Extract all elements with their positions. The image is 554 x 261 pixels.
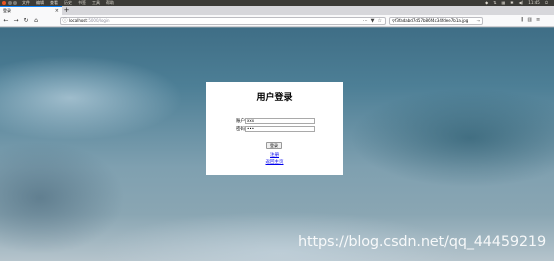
- tab-close-icon[interactable]: ×: [55, 7, 59, 15]
- url-path: :5000/login: [86, 18, 110, 23]
- password-row: 密码: [233, 125, 315, 132]
- forward-icon[interactable]: →: [12, 17, 20, 25]
- toolbar-icons: ⫼ ▥ ≡: [521, 17, 540, 23]
- account-row: 账户: [233, 117, 315, 124]
- url-actions: ··· ▼ ☆: [363, 18, 385, 24]
- address-bar[interactable]: ⓘ localhost:5000/login ··· ▼ ☆: [60, 17, 386, 25]
- home-icon[interactable]: ⌂: [32, 17, 40, 25]
- window-controls: [2, 1, 17, 5]
- navigation-bar: ← → ↻ ⌂ ⓘ localhost:5000/login ··· ▼ ☆ ⚲…: [0, 15, 554, 27]
- bookmark-star-icon[interactable]: ☆: [378, 18, 382, 24]
- search-go-icon[interactable]: →: [477, 18, 482, 24]
- back-icon[interactable]: ←: [2, 17, 10, 25]
- home-link[interactable]: 返回主页: [206, 159, 343, 165]
- sidebar-icon[interactable]: ▥: [527, 17, 532, 23]
- tab-title: 登录: [3, 8, 11, 13]
- close-window-icon[interactable]: [2, 1, 6, 5]
- site-info-icon[interactable]: ⓘ: [61, 18, 69, 24]
- password-label: 密码: [236, 126, 245, 132]
- login-button[interactable]: 登录: [266, 142, 282, 149]
- reload-icon[interactable]: ↻: [22, 17, 30, 25]
- password-input[interactable]: [245, 125, 315, 132]
- search-bar[interactable]: ⚲ f3fadabd7d57b86f4c34fdee7b1a.jpg →: [389, 17, 483, 25]
- minimize-window-icon[interactable]: [7, 1, 12, 5]
- login-card: 用户登录 账户 密码 登录 注册 返回主页: [206, 82, 343, 175]
- new-tab-button[interactable]: +: [62, 6, 71, 15]
- pocket-icon[interactable]: ▼: [371, 18, 375, 24]
- watermark: https://blog.csdn.net/qq_44459219: [298, 234, 546, 250]
- url-host: localhost: [69, 18, 87, 23]
- page-actions-icon[interactable]: ···: [363, 18, 368, 24]
- menu-icon[interactable]: ≡: [536, 17, 540, 23]
- register-link[interactable]: 注册: [206, 152, 343, 158]
- tab-strip: 登录 × +: [0, 6, 554, 15]
- tab-login[interactable]: 登录 ×: [0, 6, 62, 15]
- account-input[interactable]: [245, 117, 315, 124]
- search-value: f3fadabd7d57b86f4c34fdee7b1a.jpg: [394, 18, 469, 23]
- login-title: 用户登录: [256, 93, 293, 103]
- library-icon[interactable]: ⫼: [521, 17, 523, 23]
- page-content: 用户登录 账户 密码 登录 注册 返回主页: [0, 28, 554, 261]
- maximize-window-icon[interactable]: [13, 1, 17, 5]
- account-label: 账户: [236, 118, 245, 124]
